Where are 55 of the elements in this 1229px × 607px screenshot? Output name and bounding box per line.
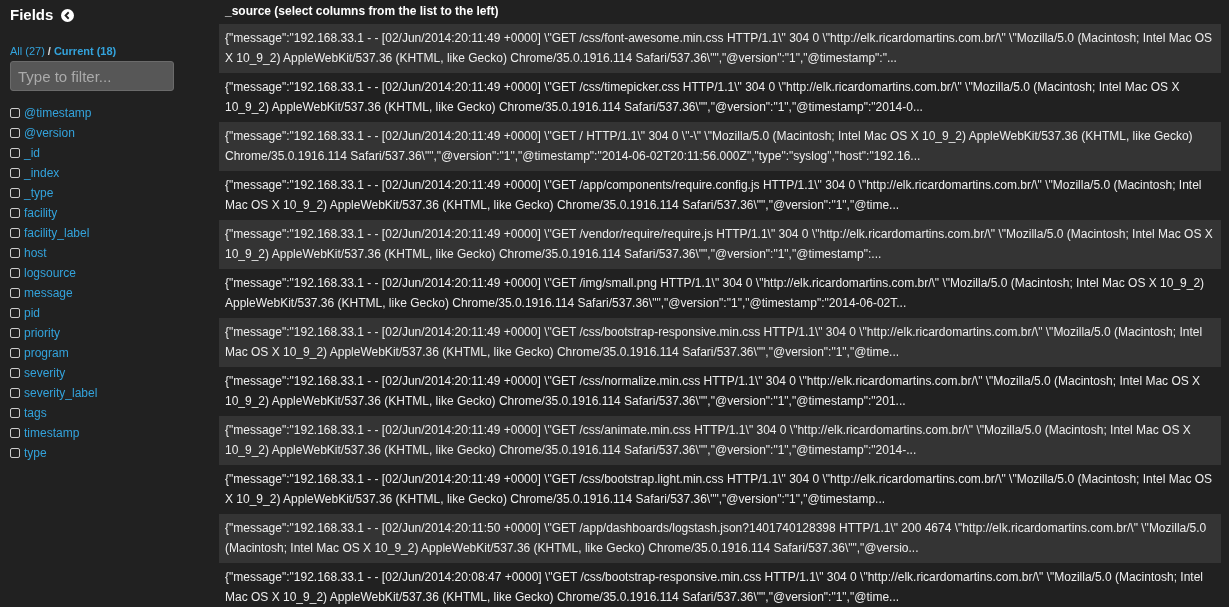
- filter-field[interactable]: Type to filter...: [10, 61, 174, 91]
- field-checkbox[interactable]: [10, 148, 20, 158]
- field-checkbox[interactable]: [10, 308, 20, 318]
- separator: /: [46, 44, 52, 57]
- table-cell-text: {"message":"192.168.33.1 - - [02/Jun/2014:20:11:49 +0000] \"GET /img/small.png HTTP/1.1\" 304 0 \"http://elk.ricardomartins.com.br/\" \"Mozilla/5.0 (Macintosh; Intel Mac OS X 10_9_2) AppleWebKit/537.36 (KHTML, like Gecko) Chrome/35.0.1916.114 Safari/537.36\"","@version":"1","@timestamp":"2014-06-02T...: [224, 275, 1206, 312]
- collapse-icon[interactable]: [61, 8, 75, 22]
- field-checkbox[interactable]: [10, 188, 20, 198]
- field-checkbox[interactable]: [10, 348, 20, 358]
- table-cell-text: {"message":"192.168.33.1 - - [02/Jun/2014:20:11:49 +0000] \"GET /css/normalize.min.css HTTP/1.1\" 304 0 \"http://elk.ricardomartins.com.br/\" \"Mozilla/5.0 (Macintosh; Intel Mac OS X 10_9_2) AppleWebKit/537.36 (KHTML, like Gecko) Chrome/35.0.1916.114 Safari/537.36\"","@version":"1","@timestamp":"201...: [224, 373, 1202, 410]
- field-checkbox[interactable]: [10, 108, 20, 118]
- table-cell: {"message":"192.168.33.1 - - [02/Jun/2014:20:11:50 +0000] \"GET /app/dashboards/logstash.json?1401740128398 HTTP/1.1\" 200 4674 \"http://elk.ricardomartins.com.br/\" \"Mozilla/5.0 (Macintosh; Intel Mac OS X 10_9_2) AppleWebKit/537.36 (KHTML, like Gecko) Chrome/35.0.1916.114 Safari/537.36\"","@versio...: [219, 514, 1221, 563]
- field-link[interactable]: priority: [24, 324, 60, 342]
- field-link[interactable]: @timestamp: [24, 104, 92, 122]
- field-link[interactable]: @version: [24, 124, 75, 142]
- field-link[interactable]: program: [24, 344, 69, 362]
- field-link[interactable]: facility: [24, 204, 58, 222]
- field-link[interactable]: _id: [24, 144, 40, 162]
- field-checkbox[interactable]: [10, 288, 20, 298]
- field-link[interactable]: type: [24, 444, 47, 462]
- field-link[interactable]: host: [24, 244, 47, 262]
- field-checkbox[interactable]: [10, 168, 20, 178]
- field-link[interactable]: tags: [24, 404, 47, 422]
- field-checkbox[interactable]: [10, 128, 20, 138]
- field-link[interactable]: logsource: [24, 264, 77, 282]
- field-checkbox[interactable]: [10, 388, 20, 398]
- sidebar-title: Fields: [10, 5, 54, 25]
- field-checkbox[interactable]: [10, 448, 20, 458]
- table-cell: {"message":"192.168.33.1 - - [02/Jun/2014:20:11:49 +0000] \"GET / HTTP/1.1\" 304 0 \"-\" \"Mozilla/5.0 (Macintosh; Intel Mac OS X 10_9_2) AppleWebKit/537.36 (KHTML, like Gecko) Chrome/35.0.1916.114 Safari/537.36\"","@version":"1","@timestamp":"2014-06-02T20:11:56.000Z","type":"syslog","host":"192.16...: [219, 122, 1221, 171]
- column-header: _source (select columns from the list to the left): [224, 3, 500, 20]
- table-cell: {"message":"192.168.33.1 - - [02/Jun/2014:20:11:49 +0000] \"GET /vendor/require/require.js HTTP/1.1\" 304 0 \"http://elk.ricardomartins.com.br/\" \"Mozilla/5.0 (Macintosh; Intel Mac OS X 10_9_2) AppleWebKit/537.36 (KHTML, like Gecko) Chrome/35.0.1916.114 Safari/537.36\"","@version":"1","@timestamp":...: [219, 220, 1221, 269]
- field-checkbox[interactable]: [10, 428, 20, 438]
- field-link[interactable]: severity_label: [24, 384, 98, 402]
- field-link[interactable]: message: [24, 284, 73, 302]
- table-cell: {"message":"192.168.33.1 - - [02/Jun/2014:20:11:49 +0000] \"GET /css/font-awesome.min.css HTTP/1.1\" 304 0 \"http://elk.ricardomartins.com.br/\" \"Mozilla/5.0 (Macintosh; Intel Mac OS X 10_9_2) AppleWebKit/537.36 (KHTML, like Gecko) Chrome/35.0.1916.114 Safari/537.36\"","@version":"1","@timestamp":"...: [219, 24, 1221, 73]
- table-cell: {"message":"192.168.33.1 - - [02/Jun/2014:20:11:49 +0000] \"GET /css/bootstrap-responsive.min.css HTTP/1.1\" 304 0 \"http://elk.ricardomartins.com.br/\" \"Mozilla/5.0 (Macintosh; Intel Mac OS X 10_9_2) AppleWebKit/537.36 (KHTML, like Gecko) Chrome/35.0.1916.114 Safari/537.36\"","@version":"1","@time...: [219, 318, 1221, 367]
- field-checkbox[interactable]: [10, 268, 20, 278]
- field-link[interactable]: _index: [24, 164, 60, 182]
- field-checkbox[interactable]: [10, 328, 20, 338]
- field-link[interactable]: severity: [24, 364, 66, 382]
- table-cell-text: {"message":"192.168.33.1 - - [02/Jun/2014:20:11:49 +0000] \"GET /css/timepicker.css HTTP/1.1\" 304 0 \"http://elk.ricardomartins.com.br/\" \"Mozilla/5.0 (Macintosh; Intel Mac OS X 10_9_2) AppleWebKit/537.36 (KHTML, like Gecko) Chrome/35.0.1916.114 Safari/537.36\"","@version":"1","@timestamp":"2014-0...: [224, 79, 1181, 116]
- field-checkbox[interactable]: [10, 408, 20, 418]
- view-link[interactable]: Current (18): [53, 44, 117, 57]
- table-cell-text: {"message":"192.168.33.1 - - [02/Jun/2014:20:11:49 +0000] \"GET /css/bootstrap.light.min.css HTTP/1.1\" 304 0 \"http://elk.ricardomartins.com.br/\" \"Mozilla/5.0 (Macintosh; Intel Mac OS X 10_9_2) AppleWebKit/537.36 (KHTML, like Gecko) Chrome/35.0.1916.114 Safari/537.36\"","@version":"1","@timestamp...: [224, 471, 1214, 508]
- field-checkbox[interactable]: [10, 228, 20, 238]
- field-link[interactable]: timestamp: [24, 424, 80, 442]
- field-link[interactable]: _type: [24, 184, 54, 202]
- field-checkbox[interactable]: [10, 368, 20, 378]
- table-cell: {"message":"192.168.33.1 - - [02/Jun/2014:20:11:49 +0000] \"GET /css/animate.min.css HTTP/1.1\" 304 0 \"http://elk.ricardomartins.com.br/\" \"Mozilla/5.0 (Macintosh; Intel Mac OS X 10_9_2) AppleWebKit/537.36 (KHTML, like Gecko) Chrome/35.0.1916.114 Safari/537.36\"","@version":"1","@timestamp":"2014-...: [219, 416, 1221, 465]
- table-cell-text: {"message":"192.168.33.1 - - [02/Jun/2014:20:11:49 +0000] \"GET /app/components/require.config.js HTTP/1.1\" 304 0 \"http://elk.ricardomartins.com.br/\" \"Mozilla/5.0 (Macintosh; Intel Mac OS X 10_9_2) AppleWebKit/537.36 (KHTML, like Gecko) Chrome/35.0.1916.114 Safari/537.36\"","@version":"1","@time...: [224, 177, 1203, 214]
- table-cell-text: {"message":"192.168.33.1 - - [02/Jun/2014:20:08:47 +0000] \"GET /css/bootstrap-responsive.min.css HTTP/1.1\" 304 0 \"http://elk.ricardomartins.com.br/\" \"Mozilla/5.0 (Macintosh; Intel Mac OS X 10_9_2) AppleWebKit/537.36 (KHTML, like Gecko) Chrome/35.0.1916.114 Safari/537.36\"","@version":"1","@time...: [224, 569, 1204, 606]
- view-link[interactable]: All (27): [10, 44, 45, 57]
- field-checkbox[interactable]: [10, 208, 20, 218]
- field-checkbox[interactable]: [10, 248, 20, 258]
- field-link[interactable]: pid: [24, 304, 40, 322]
- field-link[interactable]: facility_label: [24, 224, 90, 242]
